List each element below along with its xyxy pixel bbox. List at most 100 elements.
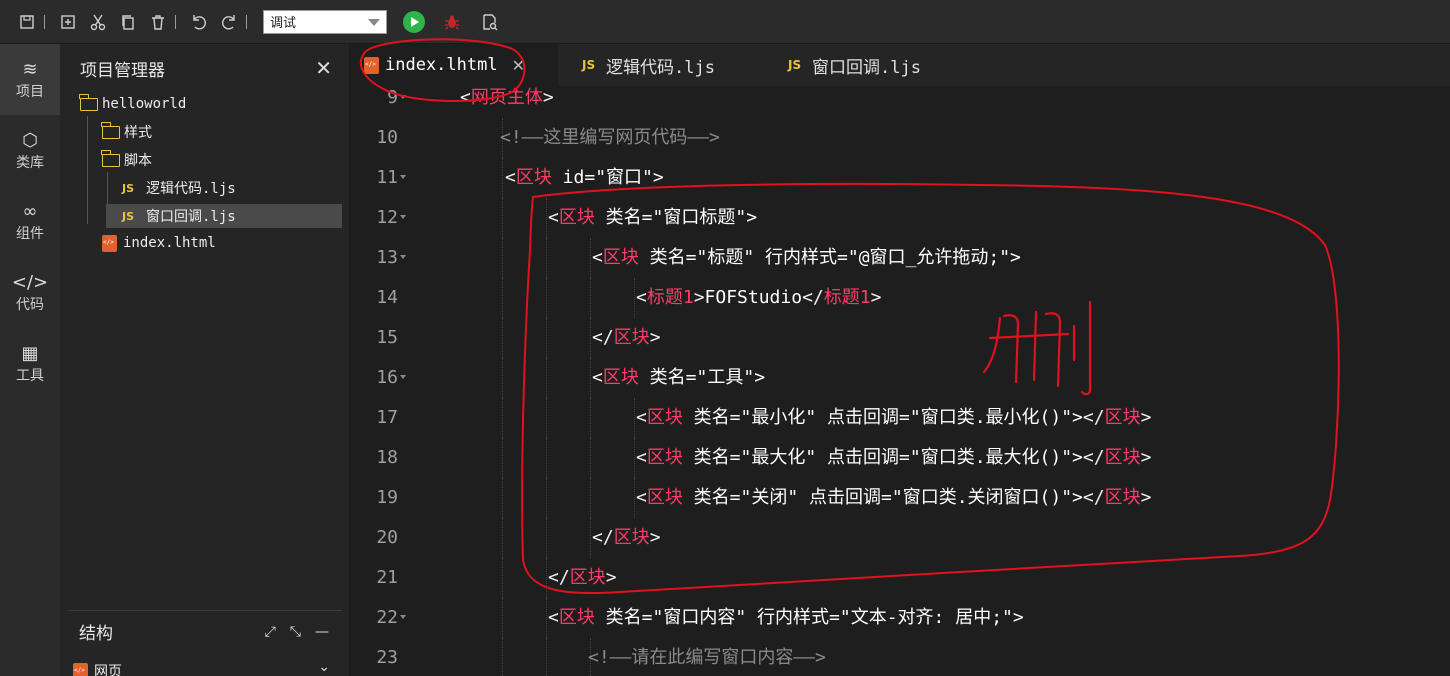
indent-guide (546, 358, 547, 398)
run-mode-value: 调试 (270, 16, 297, 31)
tab-label: 窗口回调.ljs (812, 57, 921, 78)
code-text: </区块> (592, 327, 661, 348)
file-search-icon[interactable] (475, 7, 505, 37)
code-line[interactable]: 15 </区块> (350, 318, 1450, 358)
js-file-icon: JS (122, 209, 135, 223)
line-number: 10 (376, 127, 398, 148)
activity-item-0[interactable]: ≋ 项目 (0, 44, 60, 115)
redo-icon[interactable] (214, 7, 244, 37)
code-text: <!——请在此编写窗口内容——> (588, 647, 826, 668)
code-editor[interactable]: 9 <网页主体> 10 <!——这里编写网页代码——> 11 <区块 id="窗口"> 12… (350, 86, 1450, 676)
undo-icon[interactable] (184, 7, 214, 37)
close-icon[interactable]: ✕ (512, 56, 525, 75)
structure-item-label: 网页 (94, 664, 122, 676)
code-line[interactable]: 17 <区块 类名="最小化" 点击回调="窗口类.最小化()"></区块> (350, 398, 1450, 438)
minimize-icon[interactable]: — (315, 624, 329, 640)
code-line[interactable]: 11 <区块 id="窗口"> (350, 158, 1450, 198)
code-line[interactable]: 13 <区块 类名="标题" 行内样式="@窗口_允许拖动;"> (350, 238, 1450, 278)
project-explorer-header: 项目管理器 ✕ (80, 56, 332, 81)
tab-index-lhtml[interactable]: index.lhtml ✕ (350, 44, 558, 86)
tab-label: index.lhtml (385, 55, 498, 75)
tab-logic-ljs[interactable]: JS 逻辑代码.ljs (558, 44, 764, 86)
tree-item-label: 脚本 (124, 153, 152, 169)
line-number: 9 (387, 87, 398, 108)
code-line[interactable]: 21 </区块> (350, 558, 1450, 598)
html-file-icon (364, 56, 379, 74)
indent-guide (502, 478, 503, 518)
code-line[interactable]: 22 <区块 类名="窗口内容" 行内样式="文本-对齐: 居中;"> (350, 598, 1450, 638)
indent-guide (590, 478, 591, 518)
code-line[interactable]: 23 <!——请在此编写窗口内容——> (350, 638, 1450, 676)
fold-toggle-icon[interactable] (400, 255, 406, 259)
run-mode-select[interactable]: 调试 (263, 9, 387, 34)
copy-icon[interactable] (113, 7, 143, 37)
add-file-icon[interactable] (53, 7, 83, 37)
tree-item-helloworld[interactable]: helloworld (79, 92, 340, 116)
line-number: 15 (376, 327, 398, 348)
folder-icon (101, 121, 120, 139)
indent-guide (634, 278, 635, 318)
indent-guide (502, 238, 503, 278)
activity-item-2[interactable]: ∞ 组件 (0, 186, 60, 257)
chevron-down-icon[interactable]: ⌄ (318, 659, 330, 675)
indent-guide (502, 558, 503, 598)
collapse-icon[interactable]: ⤡ (290, 624, 301, 640)
save-icon[interactable] (12, 7, 42, 37)
tree-item-styles[interactable]: 样式 (101, 120, 342, 144)
close-icon[interactable]: ✕ (315, 56, 332, 80)
delete-icon[interactable] (143, 7, 173, 37)
activity-item-label: 项目 (16, 83, 44, 100)
structure-header: 结构 ⤢ ⤡ — (79, 619, 329, 645)
html-file-icon (73, 662, 88, 676)
indent-guide (502, 398, 503, 438)
indent-guide (590, 398, 591, 438)
indent-guide (546, 558, 547, 598)
toolbar-separator (175, 14, 176, 29)
activity-item-label: 类库 (16, 154, 44, 171)
structure-item-page[interactable]: 网页 (73, 661, 122, 676)
expand-icon[interactable]: ⤢ (265, 624, 276, 640)
code-text: <区块 类名="最大化" 点击回调="窗口类.最大化()"></区块> (636, 447, 1152, 468)
indent-guide (546, 598, 547, 638)
code-line[interactable]: 20 </区块> (350, 518, 1450, 558)
indent-guide (502, 358, 503, 398)
fold-toggle-icon[interactable] (400, 95, 406, 99)
code-line[interactable]: 18 <区块 类名="最大化" 点击回调="窗口类.最大化()"></区块> (350, 438, 1450, 478)
fold-toggle-icon[interactable] (400, 615, 406, 619)
code-line[interactable]: 16 <区块 类名="工具"> (350, 358, 1450, 398)
cut-icon[interactable] (83, 7, 113, 37)
line-number: 11 (376, 167, 398, 188)
run-icon[interactable] (403, 10, 425, 33)
indent-guide (502, 318, 503, 358)
fold-toggle-icon[interactable] (400, 175, 406, 179)
js-file-icon: JS (788, 58, 802, 72)
fold-toggle-icon[interactable] (400, 215, 406, 219)
activity-item-1[interactable]: ⬡ 类库 (0, 115, 60, 186)
code-line[interactable]: 14 <标题1>FOFStudio</标题1> (350, 278, 1450, 318)
tree-item-scripts[interactable]: 脚本 (101, 148, 342, 172)
layers-icon: ≋ (22, 58, 38, 80)
code-line[interactable]: 10 <!——这里编写网页代码——> (350, 118, 1450, 158)
code-line[interactable]: 9 <网页主体> (350, 86, 1450, 118)
code-line[interactable]: 12 <区块 类名="窗口标题"> (350, 198, 1450, 238)
structure-title: 结构 (79, 624, 113, 644)
debug-bug-icon[interactable] (437, 7, 467, 37)
line-number: 16 (376, 367, 398, 388)
indent-guide (502, 518, 503, 558)
activity-item-4[interactable]: ▦ 工具 (0, 328, 60, 399)
link-icon: ∞ (22, 200, 38, 222)
js-file-icon: JS (122, 181, 135, 195)
indent-guide (502, 438, 503, 478)
tree-item-logic-ljs[interactable]: JS 逻辑代码.ljs (122, 176, 342, 200)
code-line[interactable]: 19 <区块 类名="关闭" 点击回调="窗口类.关闭窗口()"></区块> (350, 478, 1450, 518)
indent-guide (502, 598, 503, 638)
indent-guide (546, 518, 547, 558)
toolbar: 调试 (0, 0, 1450, 44)
line-number: 19 (376, 487, 398, 508)
tree-item-callback-ljs[interactable]: JS 窗口回调.ljs (106, 204, 342, 228)
tree-item-index-lhtml[interactable]: index.lhtml (102, 231, 342, 255)
tab-callback-ljs[interactable]: JS 窗口回调.ljs (764, 44, 964, 86)
fold-toggle-icon[interactable] (400, 375, 406, 379)
folder-open-icon (101, 149, 120, 167)
activity-item-3[interactable]: </> 代码 (0, 257, 60, 328)
